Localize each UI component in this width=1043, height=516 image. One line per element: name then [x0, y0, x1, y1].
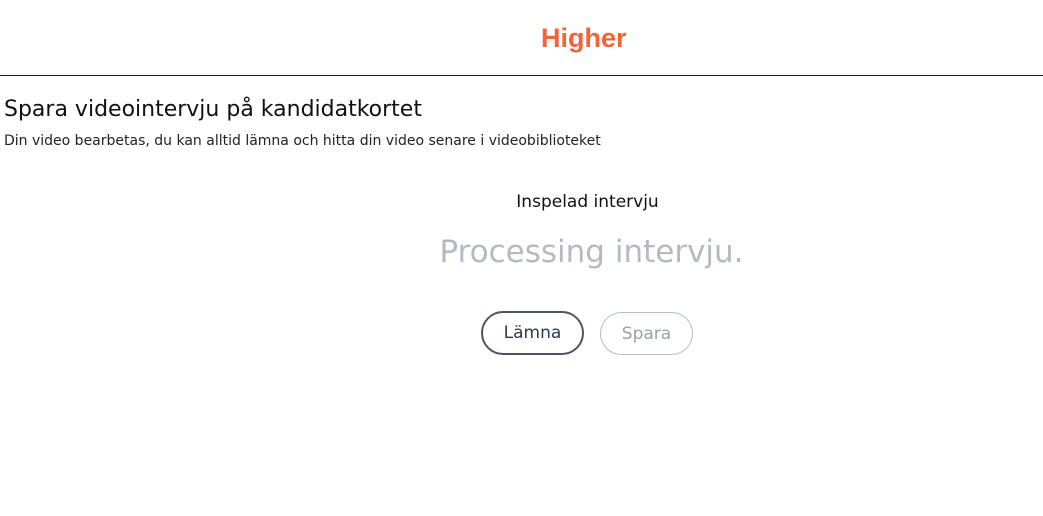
leave-button[interactable]: Lämna [481, 311, 584, 355]
recorded-interview-label: Inspelad intervju [516, 192, 659, 212]
processing-status: Processing intervju. [439, 234, 744, 270]
page-subtitle: Din video bearbetas, du kan alltid lämna… [4, 133, 601, 149]
higher-logo[interactable]: Higher [541, 18, 627, 58]
page-title: Spara videointervju på kandidatkortet [4, 97, 422, 122]
save-button[interactable]: Spara [600, 312, 693, 355]
top-header: Higher [0, 0, 1043, 76]
